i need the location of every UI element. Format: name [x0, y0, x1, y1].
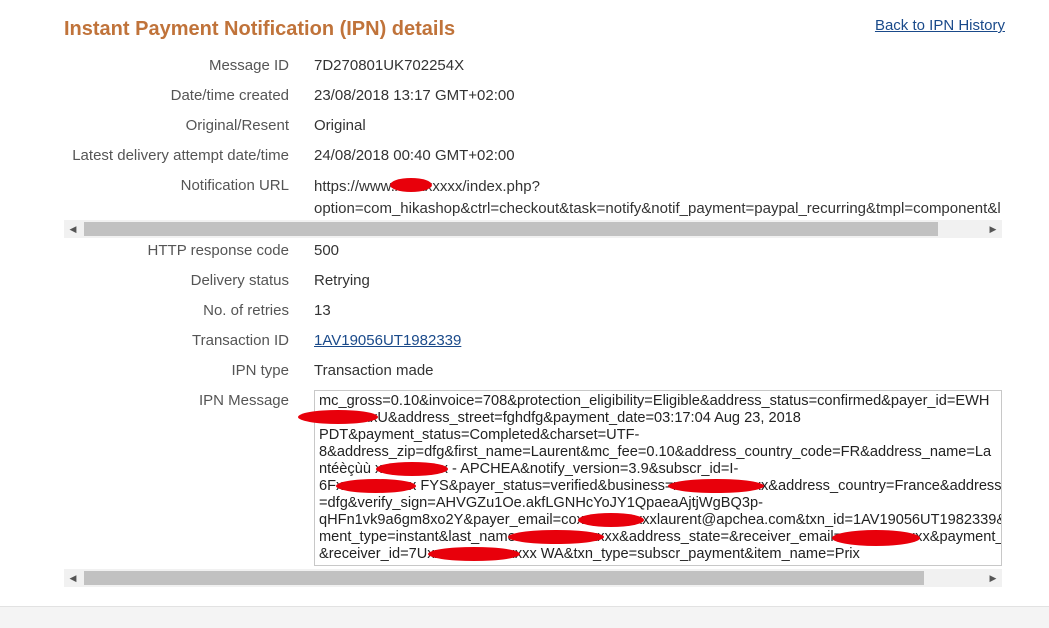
scroll-right-icon[interactable]: ▶ [984, 569, 1002, 587]
page-title: Instant Payment Notification (IPN) detai… [64, 18, 456, 40]
redaction-mark [428, 547, 520, 561]
detail-row-original-resent: Original/Resent Original [0, 116, 1049, 136]
scrollbar-thumb[interactable] [84, 222, 938, 236]
ipn-message-line: xxxxxxxxU&address_street=fghdfg&payment_… [319, 410, 801, 426]
redaction-mark [832, 530, 920, 546]
scroll-left-icon[interactable]: ◀ [64, 569, 82, 587]
latest-delivery-label: Latest delivery attempt date/time [72, 147, 289, 164]
redaction-mark [336, 479, 416, 493]
detail-row-latest-delivery: Latest delivery attempt date/time 24/08/… [0, 146, 1049, 166]
detail-row-message-id: Message ID 7D270801UK702254X [0, 56, 1049, 76]
redaction-mark [668, 479, 764, 493]
latest-delivery-value: 24/08/2018 00:40 GMT+02:00 [314, 147, 515, 164]
ipn-message-scrollbar[interactable]: ◀ ▶ [64, 569, 1002, 587]
detail-row-delivery-status: Delivery status Retrying [0, 271, 1049, 291]
back-to-ipn-history-link[interactable]: Back to IPN History [875, 17, 1005, 34]
redaction-mark [376, 462, 448, 476]
redaction-mark [390, 178, 432, 192]
detail-row-transaction-id: Transaction ID 1AV19056UT1982339 [0, 331, 1049, 351]
http-response-value: 500 [314, 242, 340, 259]
detail-row-http-response: HTTP response code 500 [0, 241, 1049, 261]
detail-row-date-created: Date/time created 23/08/2018 13:17 GMT+0… [0, 86, 1049, 106]
delivery-status-label: Delivery status [190, 272, 289, 289]
ipn-message-label: IPN Message [198, 392, 289, 409]
original-resent-value: Original [314, 117, 366, 134]
retries-label: No. of retries [203, 302, 289, 319]
notification-url-scrollbar[interactable]: ◀ ▶ [64, 220, 1002, 238]
scroll-right-icon[interactable]: ▶ [984, 220, 1002, 238]
redaction-mark [508, 530, 604, 544]
transaction-id-label: Transaction ID [192, 332, 289, 349]
transaction-id-link[interactable]: 1AV19056UT1982339 [314, 332, 461, 349]
ipn-message-line: 6Fxxxxxxxxxxx FYS&payer_status=verified&… [319, 478, 1002, 494]
notification-url-line-2: option=com_hikashop&ctrl=checkout&task=n… [314, 200, 1001, 217]
scroll-left-icon[interactable]: ◀ [64, 220, 82, 238]
scrollbar-thumb[interactable] [84, 571, 924, 585]
retries-value: 13 [314, 302, 331, 319]
http-response-label: HTTP response code [147, 242, 289, 259]
ipn-message-line: &receiver_id=7Uxxxxxxxxxxxxxxx WA&txn_ty… [319, 546, 860, 562]
ipn-message-line: 8&address_zip=dfg&first_name=Laurent&mc_… [319, 444, 992, 460]
original-resent-label: Original/Resent [185, 117, 289, 134]
detail-row-ipn-type: IPN type Transaction made [0, 361, 1049, 381]
ipn-type-label: IPN type [231, 362, 289, 379]
delivery-status-value: Retrying [314, 272, 370, 289]
message-id-value: 7D270801UK702254X [314, 57, 465, 74]
date-created-label: Date/time created [170, 87, 289, 104]
message-id-label: Message ID [208, 57, 289, 74]
transaction-id-value: 1AV19056UT1982339 [314, 331, 461, 351]
ipn-message-line: PDT&payment_status=Completed&charset=UTF… [319, 427, 640, 443]
ipn-message-line: mc_gross=0.10&invoice=708&protection_eli… [319, 393, 990, 409]
detail-row-retries: No. of retries 13 [0, 301, 1049, 321]
ipn-message-line: =dfg&verify_sign=AHVGZu1Oe.akfLGNHcYoJY1… [319, 495, 763, 511]
notification-url-label: Notification URL [180, 177, 289, 194]
redaction-mark [298, 410, 378, 424]
redaction-mark [578, 513, 644, 527]
date-created-value: 23/08/2018 13:17 GMT+02:00 [314, 87, 515, 104]
ipn-type-value: Transaction made [314, 362, 434, 379]
ipn-message-line: qHFn1vk9a6gm8xo2Y&payer_email=coxxxxxxxx… [319, 512, 1002, 528]
page-footer [0, 606, 1049, 628]
